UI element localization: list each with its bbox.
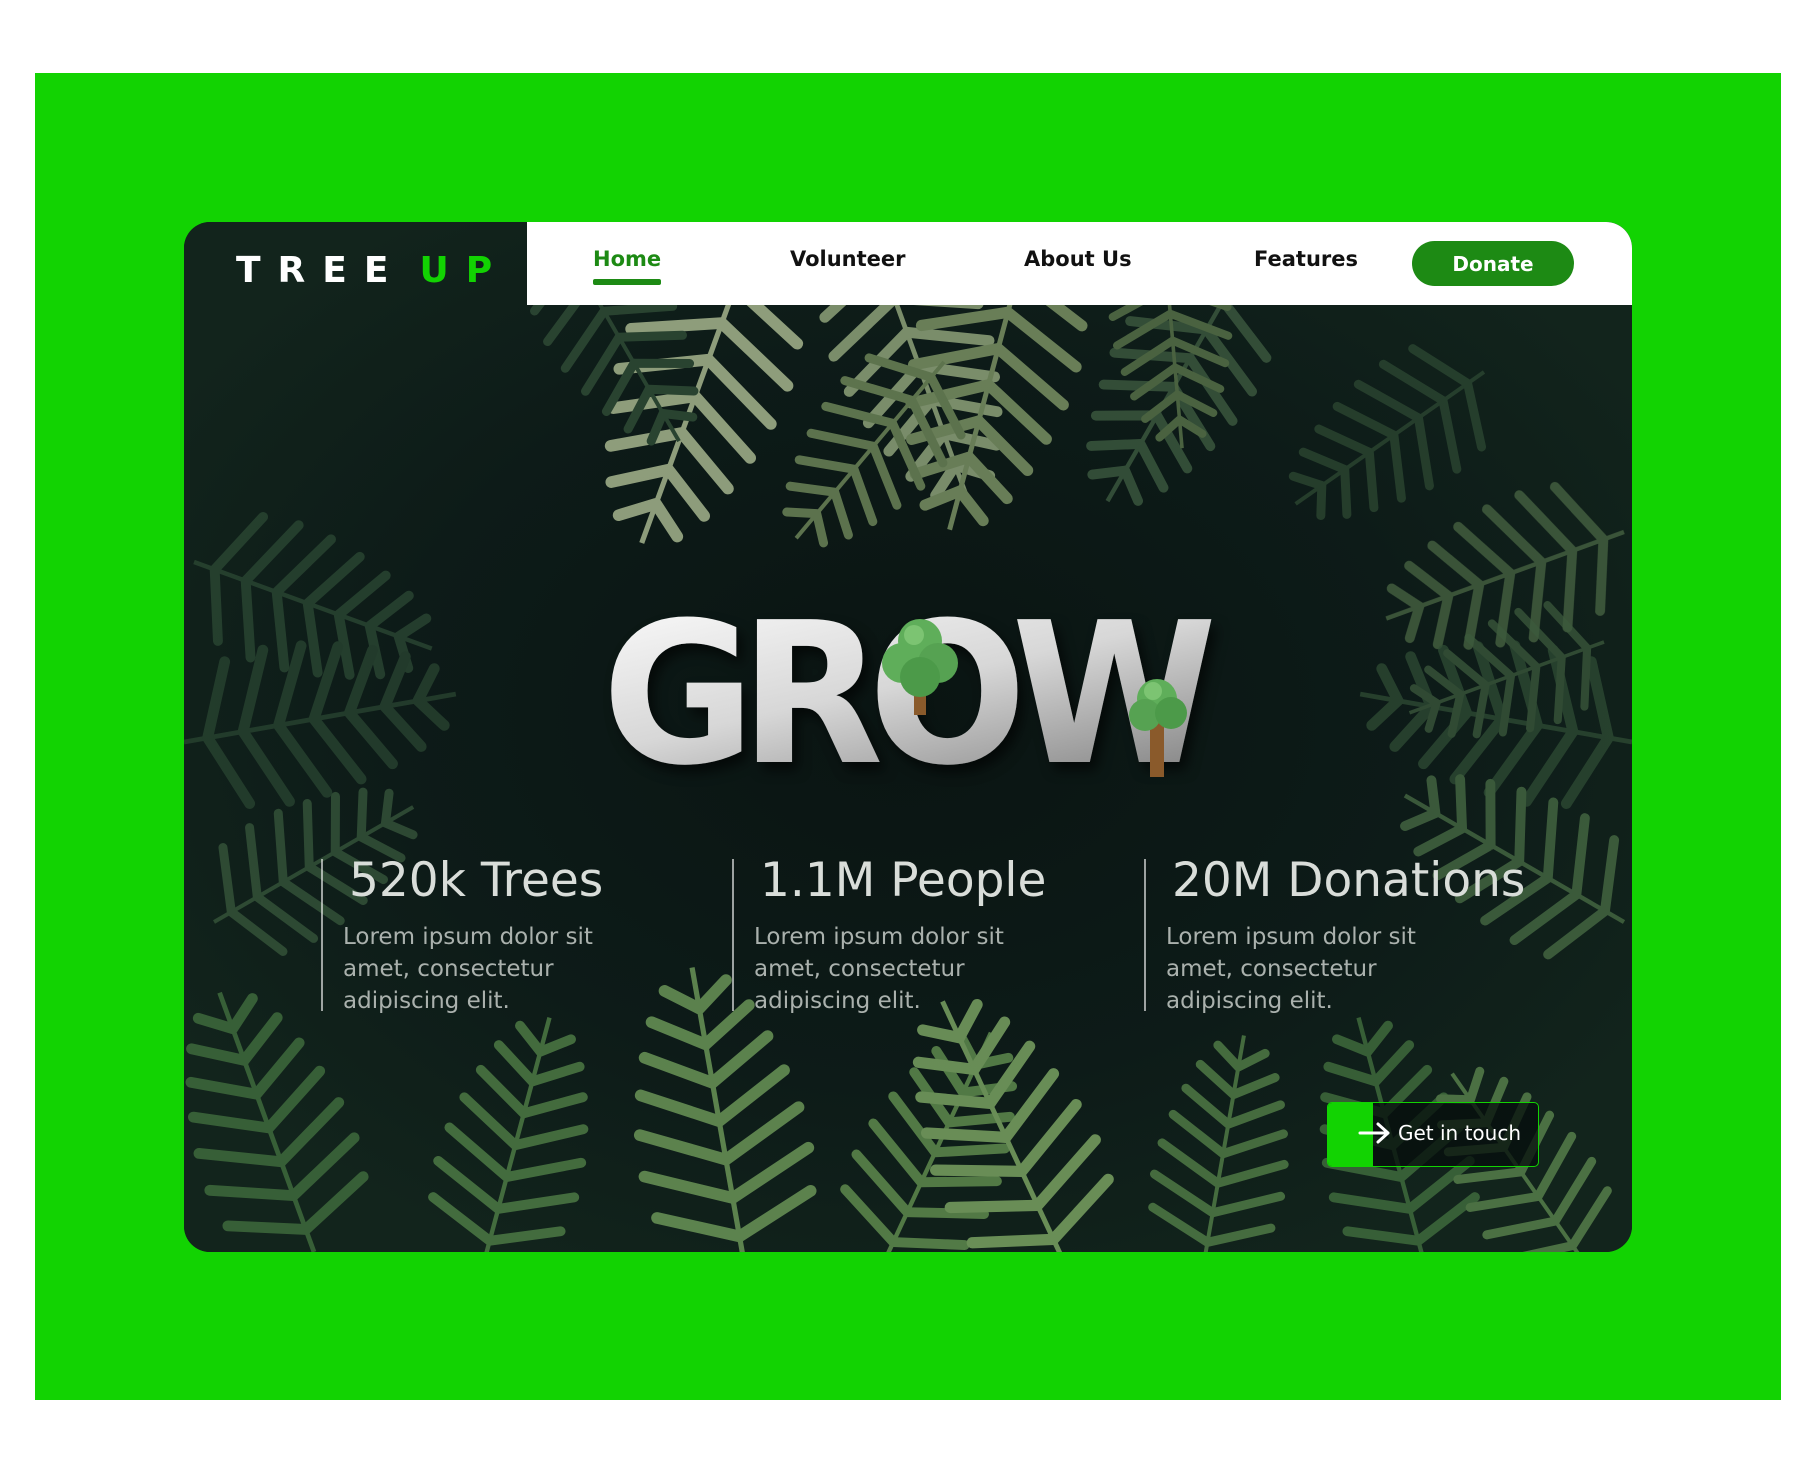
stat-people: 1.1M People Lorem ipsum dolor sit amet, … <box>732 853 1064 1014</box>
stat-value: 1.1M People <box>760 853 1047 908</box>
get-in-touch-button[interactable]: Get in touch <box>1327 1102 1539 1167</box>
landing-page-card: TREE UP Home Volunteer About Us Features … <box>184 222 1632 1252</box>
stat-description: Lorem ipsum dolor sit amet, consectetur … <box>1166 924 1416 1014</box>
nav-item-home[interactable]: Home <box>593 247 662 285</box>
donate-button-label: Donate <box>1452 251 1534 276</box>
stat-description: Lorem ipsum dolor sit amet, consectetur … <box>754 924 1004 1014</box>
arrow-right-icon <box>1358 1122 1390 1144</box>
cta-label: Get in touch <box>1398 1121 1522 1145</box>
stat-description: Lorem ipsum dolor sit amet, consectetur … <box>343 924 593 1014</box>
nav-item-volunteer[interactable]: Volunteer <box>790 247 906 271</box>
stat-trees: 520k Trees Lorem ipsum dolor sit amet, c… <box>321 853 653 1014</box>
brand-name-main: TREE <box>236 250 406 291</box>
brand-logo[interactable]: TREE UP <box>236 250 510 291</box>
nav-item-features[interactable]: Features <box>1254 247 1358 271</box>
hero-grow-word: GROW <box>602 581 1228 807</box>
nav-item-label: About Us <box>1024 247 1132 271</box>
stat-value: 520k Trees <box>349 853 604 908</box>
nav-item-label: Volunteer <box>790 247 906 271</box>
nav-item-label: Home <box>593 247 662 271</box>
active-tab-indicator <box>593 279 662 285</box>
hero-grow-text: GROW <box>602 581 1212 807</box>
stat-donations: 20M Donations Lorem ipsum dolor sit amet… <box>1144 853 1525 1014</box>
nav-item-about-us[interactable]: About Us <box>1024 247 1132 271</box>
brand-name-accent: UP <box>419 250 510 291</box>
donate-button[interactable]: Donate <box>1412 241 1574 286</box>
stat-value: 20M Donations <box>1172 853 1526 908</box>
top-navigation-bar: Home Volunteer About Us Features Donate <box>527 222 1632 305</box>
nav-item-label: Features <box>1254 247 1358 271</box>
